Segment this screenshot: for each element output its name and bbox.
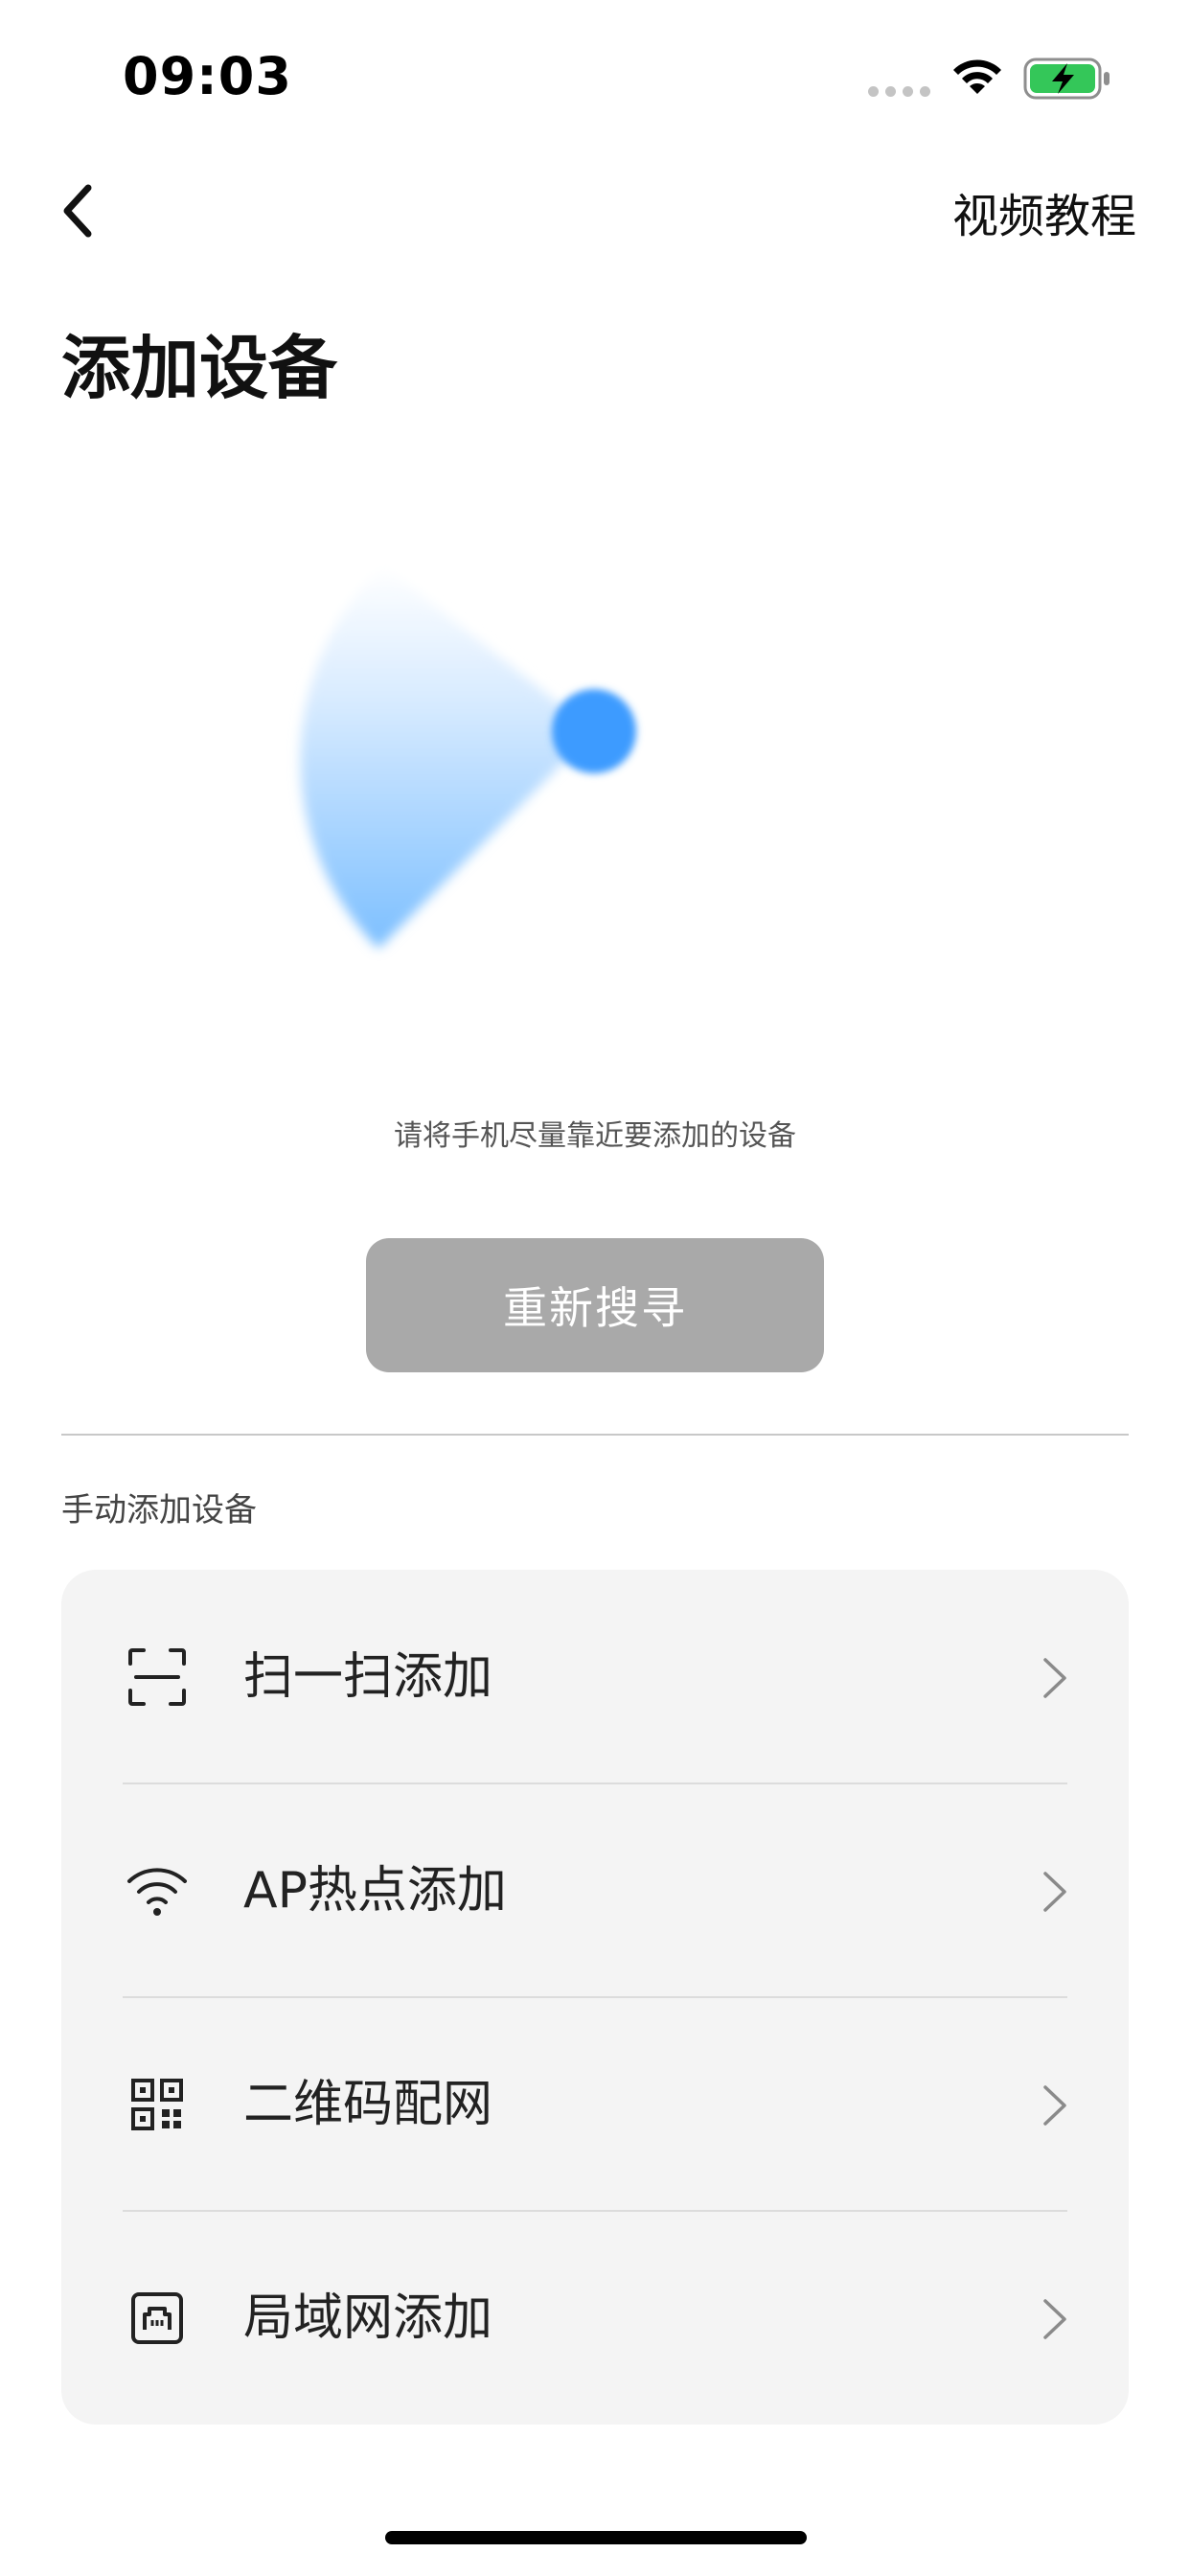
signal-dots-icon (868, 86, 930, 97)
manual-add-section-title: 手动添加设备 (61, 1491, 257, 1530)
scan-hint-text: 请将手机尽量靠近要添加的设备 (394, 1119, 796, 1153)
scan-icon (125, 1644, 190, 1710)
lan-add-item[interactable]: 局域网添加 (61, 2211, 1129, 2425)
status-time: 09:03 (123, 46, 292, 106)
chevron-right-icon (1043, 1658, 1066, 1698)
chevron-right-icon (1043, 1872, 1066, 1912)
battery-charging-icon (1023, 58, 1111, 104)
home-indicator[interactable] (385, 2531, 807, 2544)
row-label: 扫一扫添加 (243, 1648, 493, 1706)
row-label: 二维码配网 (243, 2076, 493, 2133)
chevron-right-icon (1043, 2085, 1066, 2126)
row-label: 局域网添加 (243, 2289, 493, 2347)
page-title: 添加设备 (61, 328, 338, 408)
qr-code-provision-item[interactable]: 二维码配网 (61, 1997, 1129, 2211)
research-button[interactable]: 重新搜寻 (366, 1238, 824, 1372)
wifi-icon (949, 56, 1006, 102)
scan-add-item[interactable]: 扫一扫添加 (61, 1570, 1129, 1783)
divider (61, 1434, 1129, 1436)
radar-scan-illustration (268, 556, 671, 978)
back-button[interactable] (48, 172, 105, 249)
video-tutorial-link[interactable]: 视频教程 (952, 178, 1136, 245)
qr-code-icon (125, 2072, 190, 2137)
chevron-left-icon (63, 184, 92, 238)
wifi-icon (125, 1858, 190, 1923)
row-label: AP热点添加 (243, 1862, 507, 1920)
manual-add-card: 扫一扫添加 AP热点添加 二维码配网 局域网添加 (61, 1570, 1129, 2425)
ethernet-port-icon (125, 2286, 190, 2351)
ap-hotspot-add-item[interactable]: AP热点添加 (61, 1783, 1129, 1997)
chevron-right-icon (1043, 2299, 1066, 2339)
status-bar: 09:03 (0, 0, 1190, 144)
